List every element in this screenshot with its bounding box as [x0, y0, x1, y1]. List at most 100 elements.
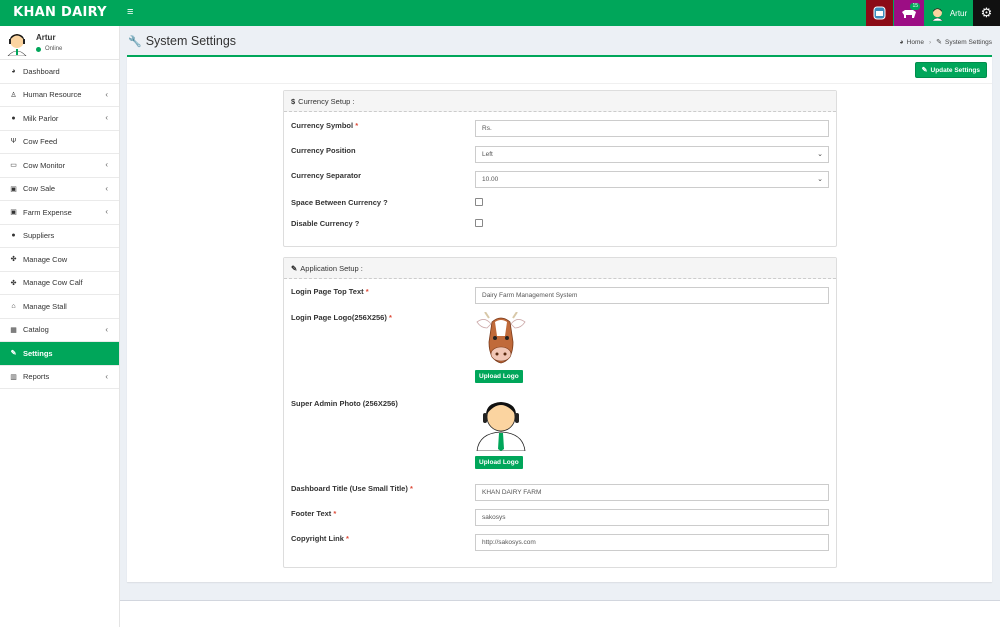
sidebar-item-suppliers[interactable]: ● Suppliers: [0, 225, 119, 248]
breadcrumb: ◕ Home › ✎ System Settings: [899, 38, 992, 47]
chevron-down-icon: ⌄: [817, 151, 823, 158]
upload-admin-photo-button[interactable]: Upload Logo: [475, 456, 523, 469]
users-icon: ●: [11, 232, 16, 240]
wrench-icon: ✎: [291, 263, 298, 273]
sidebar-item-human-resource[interactable]: ♙ Human Resource ‹: [0, 84, 119, 107]
avatar-icon: [931, 7, 943, 21]
currency-separator-value: 10.00: [482, 176, 499, 183]
user-status: Online: [36, 46, 62, 52]
sidebar-item-cow-monitor[interactable]: ▭ Cow Monitor ‹: [0, 154, 119, 178]
breadcrumb-separator: ›: [928, 38, 932, 46]
sidebar-item-settings[interactable]: ✎ Settings: [0, 342, 119, 366]
cutlery-icon: Ψ: [10, 138, 17, 146]
sidebar-item-label: Suppliers: [23, 231, 55, 241]
sidebar-item-label: Cow Sale: [23, 184, 56, 194]
sidebar-user-panel: Artur Online: [0, 26, 119, 60]
login-page-text-label: Login Page Top Text *: [291, 287, 369, 296]
user-menu[interactable]: Artur: [924, 0, 973, 26]
sidebar-item-label: Human Resource: [23, 90, 82, 100]
sidebar-item-label: Manage Cow: [23, 254, 68, 264]
chevron-left-icon: ‹: [105, 371, 108, 381]
login-logo-row: Login Page Logo(256X256) * Upload Logo: [291, 312, 831, 383]
currency-setup-heading: $ Currency Setup :: [284, 91, 836, 112]
gear-icon: ⚙: [980, 5, 993, 20]
disable-currency-label: Disable Currency ?: [291, 219, 360, 228]
milk-can-icon: [873, 6, 886, 20]
disable-currency-checkbox[interactable]: [475, 219, 483, 227]
sidebar-item-label: Settings: [23, 348, 53, 358]
sidebar-item-cow-feed[interactable]: Ψ Cow Feed: [0, 131, 119, 154]
cow-logo-image: [476, 312, 526, 364]
sidebar-item-label: Catalog: [23, 325, 49, 335]
dollar-icon: $: [291, 96, 296, 106]
currency-position-select[interactable]: Left ⌄: [475, 146, 829, 163]
home-icon: ⌂: [11, 302, 16, 310]
currency-position-label: Currency Position: [291, 146, 356, 155]
footer-text-input[interactable]: sakosys: [475, 509, 829, 526]
chevron-left-icon: ‹: [105, 183, 108, 193]
edit-icon: ✎: [921, 67, 928, 74]
currency-position-value: Left: [482, 151, 493, 158]
wrench-icon: ✎: [936, 39, 943, 46]
sidebar-item-label: Milk Parlor: [23, 113, 59, 123]
list-icon: ▦: [10, 326, 17, 334]
login-page-logo-label: Login Page Logo(256X256) *: [291, 313, 392, 322]
chevron-left-icon: ‹: [105, 89, 108, 99]
currency-symbol-input[interactable]: Rs.: [475, 120, 829, 137]
settings-gear-button[interactable]: ⚙: [973, 0, 1000, 26]
paw-icon: ✤: [10, 256, 17, 264]
sidebar-item-manage-cow[interactable]: ✤ Manage Cow: [0, 248, 119, 272]
wrench-icon: ✎: [10, 350, 17, 358]
application-setup-heading: ✎ Application Setup :: [284, 258, 836, 279]
page-footer: [120, 600, 1000, 627]
sidebar-item-farm-expense[interactable]: ▣ Farm Expense ‹: [0, 201, 119, 225]
chevron-left-icon: ‹: [105, 160, 108, 169]
sidebar-item-catalog[interactable]: ▦ Catalog ‹: [0, 319, 119, 342]
user-icon: ♙: [10, 91, 17, 99]
sidebar-item-reports[interactable]: ▥ Reports ‹: [0, 366, 119, 389]
online-status-icon: [36, 46, 41, 52]
avatar: [7, 34, 27, 56]
space-between-currency-label: Space Between Currency ?: [291, 198, 388, 207]
application-setup-title: Application Setup :: [300, 263, 363, 273]
sidebar-item-label: Cow Monitor: [23, 160, 66, 170]
copyright-link-label: Copyright Link *: [291, 534, 349, 543]
chart-icon: ▥: [10, 373, 17, 381]
sidebar-item-label: Manage Cow Calf: [23, 278, 83, 288]
header-user-name: Artur: [949, 8, 968, 18]
sidebar-toggle-icon[interactable]: ≡: [127, 6, 135, 19]
sidebar-item-label: Farm Expense: [23, 207, 72, 217]
copyright-link-input[interactable]: http://sakosys.com: [475, 534, 829, 551]
top-navbar: KHAN DAIRY ≡ 15 Artur ⚙: [0, 0, 1000, 26]
dashboard-title-input[interactable]: KHAN DAIRY FARM: [475, 484, 829, 501]
app-logo[interactable]: KHAN DAIRY: [0, 0, 120, 26]
dashboard-icon: ◕: [11, 67, 16, 75]
space-between-currency-checkbox[interactable]: [475, 198, 483, 206]
sidebar-item-manage-cow-calf[interactable]: ✤ Manage Cow Calf: [0, 272, 119, 295]
sidebar-item-manage-stall[interactable]: ⌂ Manage Stall: [0, 295, 119, 319]
upload-login-logo-button[interactable]: Upload Logo: [475, 370, 523, 383]
sidebar-item-cow-sale[interactable]: ▣ Cow Sale ‹: [0, 178, 119, 201]
money-icon: ▣: [10, 209, 17, 217]
sidebar-menu: ◕ Dashboard ♙ Human Resource ‹ ● Milk Parlor ‹ Ψ…: [0, 60, 119, 389]
sidebar-item-label: Cow Feed: [23, 137, 58, 147]
login-page-text-input[interactable]: Dairy Farm Management System: [475, 287, 829, 304]
breadcrumb-home-link[interactable]: Home: [907, 39, 924, 46]
chevron-left-icon: ‹: [105, 324, 108, 334]
currency-setup-title: Currency Setup :: [298, 96, 355, 106]
sidebar-item-milk-parlor[interactable]: ● Milk Parlor ‹: [0, 107, 119, 131]
currency-separator-label: Currency Separator: [291, 171, 362, 180]
money-icon: ▣: [10, 185, 17, 193]
drop-icon: ●: [11, 114, 16, 122]
application-setup-panel: ✎ Application Setup : Login Page Top Tex…: [283, 257, 837, 568]
cow-notification-button[interactable]: 15: [894, 0, 924, 26]
milk-notification-button[interactable]: [866, 0, 893, 26]
breadcrumb-current: System Settings: [945, 38, 992, 46]
currency-separator-select[interactable]: 10.00 ⌄: [475, 171, 829, 188]
page-title: 🔧 System Settings: [128, 34, 236, 48]
dashboard-icon: ◕: [899, 38, 904, 46]
chevron-left-icon: ‹: [105, 207, 108, 216]
sidebar-item-dashboard[interactable]: ◕ Dashboard: [0, 60, 119, 84]
paw-icon: ✤: [10, 279, 17, 287]
update-settings-button[interactable]: ✎ Update Settings: [914, 62, 987, 78]
